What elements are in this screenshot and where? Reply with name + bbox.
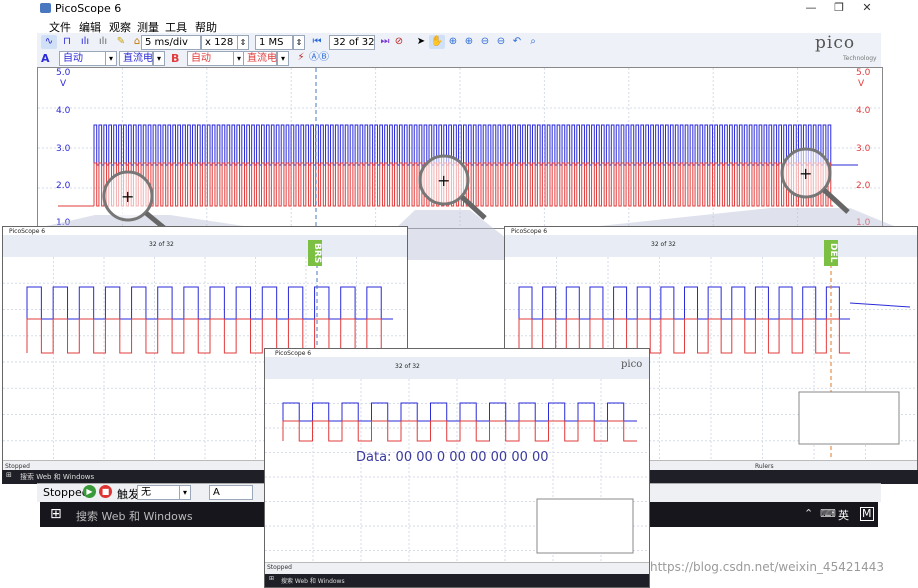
samples-stepper[interactable]: ⇕	[293, 35, 305, 50]
channel-a-label: A	[41, 52, 50, 65]
zoom-center-channel-a	[282, 402, 637, 422]
zoom-center-channel-b	[282, 420, 637, 442]
keyboard-icon[interactable]: ⌨	[820, 507, 836, 520]
spectrum-icon[interactable]: ⊓	[59, 35, 75, 49]
right-axis-unit: V	[858, 79, 865, 89]
watermark: https://blog.csdn.net/weixin_45421443	[650, 560, 885, 574]
app-icon	[40, 3, 51, 13]
channel-a-waveform	[93, 124, 833, 166]
trigger-icon[interactable]: ⚡	[293, 51, 309, 65]
magnifier-icon[interactable]: ⌕	[525, 35, 541, 49]
left-taskbar: ⊞ 搜索 Web 和 Windows	[2, 470, 264, 484]
brs-marker-tag: BRS	[308, 240, 322, 266]
ime-mode[interactable]: M	[860, 507, 874, 521]
zoom-center-pico-logo: pico	[621, 359, 643, 370]
left-taskbar-windows-icon[interactable]: ⊞	[6, 471, 12, 479]
zoom-center-taskbar-search[interactable]: 搜索 Web 和 Windows	[281, 576, 345, 585]
zoom-left-capture: 32 of 32	[149, 241, 174, 248]
close-button[interactable]: ✕	[853, 1, 881, 16]
zoom-left-title: PicoScope 6	[9, 228, 46, 235]
zoom-stepper[interactable]: ⇕	[237, 35, 249, 50]
channel-a-coupling-dropdown[interactable]: ▾	[153, 51, 165, 66]
zoom-right-capture: 32 of 32	[651, 241, 676, 248]
zoom-center-windows-icon[interactable]: ⊞	[269, 575, 274, 582]
math-icon[interactable]: ⒶⒷ	[309, 51, 329, 65]
samples-field[interactable]: 1 MS	[255, 35, 293, 50]
zoom-in-icon[interactable]: ⊕	[445, 35, 461, 49]
window-titlebar: PicoScope 6 — ❐ ✕	[37, 0, 881, 18]
zoom-left-channel-a	[26, 286, 393, 320]
taskbar-search[interactable]: 搜索 Web 和 Windows	[76, 508, 193, 524]
window-title: PicoScope 6	[55, 2, 122, 15]
zoom-center-toolbar: 32 of 32 pico	[265, 357, 649, 380]
del-marker-tag: DEL	[824, 240, 838, 266]
left-axis-tick-2: 2.0	[56, 181, 71, 191]
channel-b-waveform	[93, 162, 833, 207]
taskbar-tray-chevron-icon[interactable]: ⌃	[804, 507, 813, 520]
right-axis-tick-2: 2.0	[856, 181, 871, 191]
channel-b-label: B	[171, 52, 180, 65]
channel-b-coupling[interactable]: 直流电	[243, 51, 277, 66]
persistence-icon[interactable]: ılı	[77, 35, 93, 49]
zoom-center-title: PicoScope 6	[275, 350, 312, 357]
stop-icon[interactable]: ■	[99, 485, 112, 498]
windows-logo-icon[interactable]: ⊞	[50, 506, 62, 522]
zoom-field[interactable]: x 128	[201, 35, 239, 50]
toolbar: ∿ ⊓ ılı ılı ✎ ⌂ 5 ms/div ▾ x 128 ⇕ 1 MS …	[37, 33, 881, 68]
channel-a-range[interactable]: 自动	[59, 51, 107, 66]
main-waveform-svg	[38, 68, 882, 228]
left-axis-top: 5.0	[56, 68, 71, 78]
zoom-panel-center[interactable]: PicoScope 6 32 of 32 pico Stopped ⊞ 搜索 W…	[264, 348, 650, 588]
channel-b-range[interactable]: 自动	[187, 51, 235, 66]
zoom-right-title: PicoScope 6	[511, 228, 548, 235]
channel-a-coupling[interactable]: 直流电	[119, 51, 153, 66]
zoom-center-status-text: Stopped	[267, 564, 292, 571]
zoom-center-taskbar: ⊞ 搜索 Web 和 Windows	[265, 574, 649, 587]
status-state: Stopped	[43, 486, 89, 499]
maximize-button[interactable]: ❐	[825, 1, 853, 16]
zoom-x-icon[interactable]: ⊕	[461, 35, 477, 49]
zoom-left-status-text: Stopped	[5, 463, 30, 470]
zoom-left-toolbar: 32 of 32	[3, 235, 407, 258]
right-axis-tick-3: 3.0	[856, 144, 871, 154]
left-axis-tick-4: 4.0	[56, 106, 71, 116]
first-capture-icon[interactable]: ⏮	[309, 35, 325, 49]
left-axis-tick-3: 3.0	[56, 144, 71, 154]
pico-logo: pico	[815, 33, 856, 53]
pico-logo-sub: Technology	[843, 55, 877, 62]
trigger-dropdown[interactable]: ▾	[179, 485, 191, 500]
capture-index[interactable]: 32 of 32	[329, 35, 375, 50]
channel-b-coupling-dropdown[interactable]: ▾	[277, 51, 289, 66]
trigger-label: 触发	[117, 488, 139, 501]
minimize-button[interactable]: —	[797, 1, 825, 16]
menu-bar: 文件 编辑 观察 测量 工具 帮助	[37, 17, 881, 34]
right-axis-tick-4: 4.0	[856, 106, 871, 116]
zoom-y-icon[interactable]: ⊖	[493, 35, 509, 49]
measure-icon[interactable]: ılı	[95, 35, 111, 49]
channel-a-range-dropdown[interactable]: ▾	[105, 51, 117, 66]
trigger-channel[interactable]: A	[209, 485, 253, 500]
timebase-select[interactable]: 5 ms/div	[141, 35, 201, 50]
left-taskbar-search[interactable]: 搜索 Web 和 Windows	[20, 472, 94, 482]
pointer-icon[interactable]: ➤	[413, 35, 429, 49]
undo-icon[interactable]: ↶	[509, 35, 525, 49]
trigger-select[interactable]: 无	[137, 485, 181, 500]
left-axis-unit: V	[60, 79, 67, 89]
ime-lang[interactable]: 英	[838, 507, 849, 523]
zoom-out-icon[interactable]: ⊖	[477, 35, 493, 49]
main-scope-plot[interactable]: 5.0 V 4.0 3.0 2.0 1.0 5.0 V 4.0 3.0 2.0 …	[37, 67, 883, 229]
no-entry-icon[interactable]: ⊘	[391, 35, 407, 49]
zoom-right-toolbar: 32 of 32	[505, 235, 917, 258]
probe-icon[interactable]: ✎	[113, 35, 129, 49]
waveform-icon[interactable]: ∿	[41, 35, 57, 49]
right-taskbar	[648, 470, 918, 484]
data-caption: Data: 00 00 0 00 00 00 00 00	[356, 450, 549, 465]
zoom-right-channel-a	[518, 286, 850, 320]
run-icon[interactable]: ▶	[83, 485, 96, 498]
right-axis-top: 5.0	[856, 68, 871, 78]
zoom-right-status-text: Rulers	[755, 463, 774, 470]
zoom-center-plot	[265, 379, 649, 575]
hand-icon[interactable]: ✋	[429, 35, 445, 49]
zoom-center-capture: 32 of 32	[395, 363, 420, 370]
